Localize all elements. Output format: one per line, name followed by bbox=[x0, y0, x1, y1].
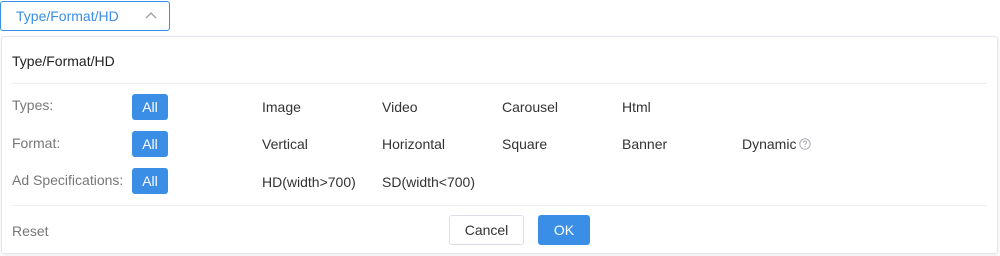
question-circle-icon[interactable] bbox=[799, 138, 812, 150]
types-option-image[interactable]: Image bbox=[262, 99, 301, 115]
reset-button[interactable]: Reset bbox=[12, 223, 49, 239]
format-option-dynamic[interactable]: Dynamic bbox=[742, 136, 812, 152]
ad-specifications-all-button[interactable]: All bbox=[132, 168, 168, 194]
format-all-button[interactable]: All bbox=[132, 131, 168, 157]
ad-specifications-label: Ad Specifications: bbox=[12, 172, 124, 188]
ok-button[interactable]: OK bbox=[538, 215, 590, 245]
format-option-vertical[interactable]: Vertical bbox=[262, 136, 308, 152]
filter-panel: Type/Format/HD Types: All Image Video Ca… bbox=[1, 36, 998, 254]
format-option-square[interactable]: Square bbox=[502, 136, 547, 152]
types-option-video[interactable]: Video bbox=[382, 99, 418, 115]
types-option-html[interactable]: Html bbox=[622, 99, 651, 115]
chevron-up-icon bbox=[145, 12, 157, 19]
type-format-hd-dropdown-trigger[interactable]: Type/Format/HD bbox=[0, 1, 170, 31]
format-option-horizontal[interactable]: Horizontal bbox=[382, 136, 445, 152]
types-option-carousel[interactable]: Carousel bbox=[502, 99, 558, 115]
panel-footer-divider bbox=[12, 205, 987, 206]
types-label: Types: bbox=[12, 97, 54, 113]
format-option-banner[interactable]: Banner bbox=[622, 136, 667, 152]
ad-spec-option-hd[interactable]: HD(width>700) bbox=[262, 174, 356, 190]
cancel-button[interactable]: Cancel bbox=[449, 215, 524, 245]
types-all-button[interactable]: All bbox=[132, 94, 168, 120]
format-option-dynamic-label: Dynamic bbox=[742, 136, 797, 152]
format-label: Format: bbox=[12, 135, 61, 151]
panel-header-divider bbox=[12, 83, 987, 84]
trigger-label: Type/Format/HD bbox=[16, 8, 119, 24]
panel-title: Type/Format/HD bbox=[12, 53, 115, 69]
ad-spec-option-sd[interactable]: SD(width<700) bbox=[382, 174, 475, 190]
